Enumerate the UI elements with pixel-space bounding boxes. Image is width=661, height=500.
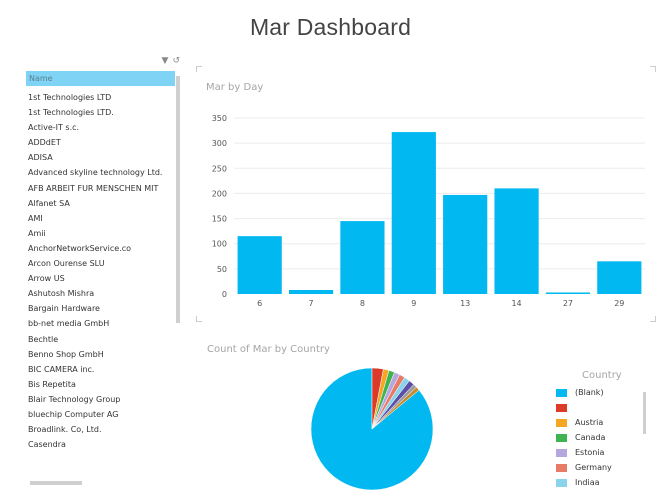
y-tick-label: 200	[212, 189, 227, 198]
legend-label: (Blank)	[575, 388, 604, 397]
legend-label: Canada	[575, 433, 606, 442]
y-tick-label: 100	[212, 240, 227, 249]
bar	[391, 132, 436, 294]
legend-label: Germany	[575, 463, 612, 472]
legend-swatch	[556, 433, 567, 442]
bar	[597, 261, 642, 294]
legend-label: Austria	[575, 418, 604, 427]
legend-title: Country	[582, 370, 622, 381]
bar	[237, 236, 282, 294]
legend-item[interactable]: Austria	[554, 415, 654, 430]
y-tick-label: 50	[217, 265, 227, 274]
y-tick-label: 300	[212, 139, 227, 148]
pie-legend: Country (Blank) Austria Canada Estonia Germa…	[554, 370, 654, 490]
legend-item[interactable]: Estonia	[554, 445, 654, 460]
legend-swatch	[556, 463, 567, 472]
legend-swatch	[556, 388, 567, 397]
bar	[443, 194, 488, 294]
y-tick-label: 350	[212, 114, 227, 123]
legend-item[interactable]: (Blank)	[554, 385, 654, 400]
legend-swatch	[556, 418, 567, 427]
x-tick-label: 9	[411, 299, 416, 308]
legend-item[interactable]: Indiaa	[554, 475, 654, 490]
legend-scrollbar[interactable]	[643, 392, 646, 434]
legend-item[interactable]: Germany	[554, 460, 654, 475]
x-tick-label: 7	[309, 299, 314, 308]
x-tick-label: 8	[360, 299, 365, 308]
legend-swatch	[556, 448, 567, 457]
y-tick-label: 150	[212, 215, 227, 224]
x-tick-label: 6	[257, 299, 262, 308]
legend-label: Indiaa	[575, 478, 600, 487]
bar	[545, 292, 591, 294]
bar	[494, 188, 539, 294]
x-tick-label: 29	[614, 299, 624, 308]
x-tick-label: 27	[563, 299, 573, 308]
y-tick-label: 0	[222, 290, 227, 299]
legend-swatch	[556, 403, 567, 412]
x-tick-label: 14	[511, 299, 521, 308]
bar	[340, 221, 385, 294]
x-tick-label: 13	[460, 299, 470, 308]
legend-swatch	[556, 478, 567, 487]
legend-item[interactable]: Canada	[554, 430, 654, 445]
legend-label: Estonia	[575, 448, 605, 457]
bar	[288, 289, 334, 294]
y-tick-label: 250	[212, 164, 227, 173]
legend-item[interactable]	[554, 400, 654, 415]
